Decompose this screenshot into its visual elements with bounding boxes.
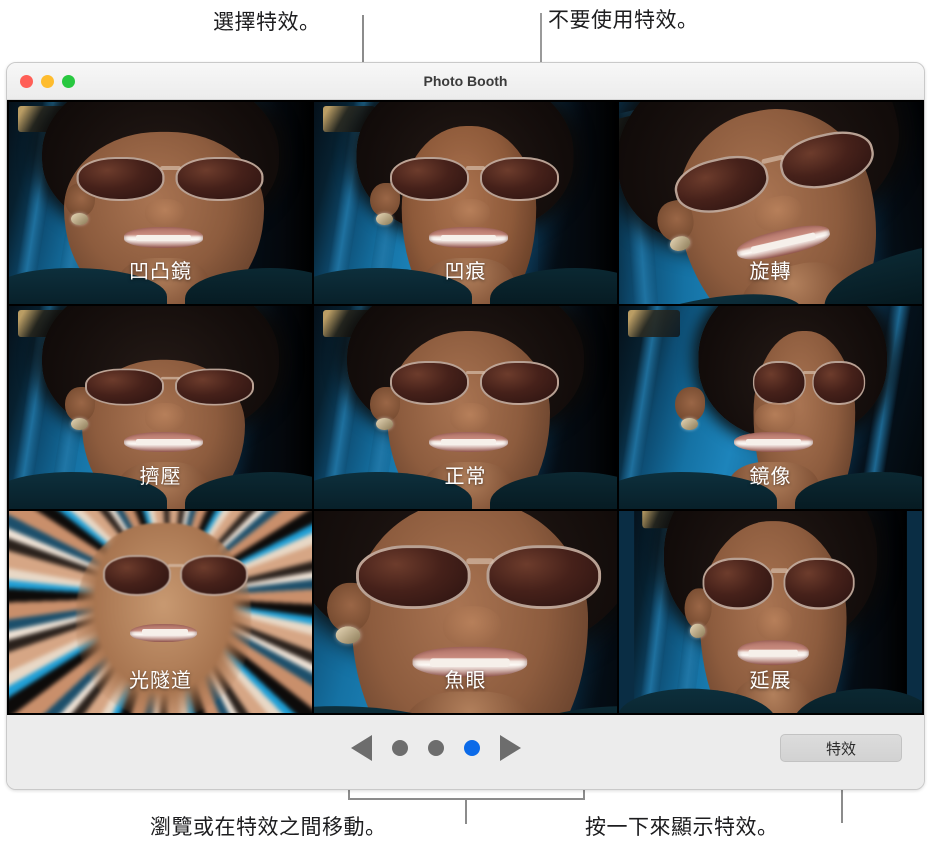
effect-tile-dent[interactable]: 凹痕 (314, 102, 617, 305)
effect-tile-bump[interactable]: 凹凸鏡 (9, 102, 312, 305)
effect-preview-image (314, 510, 617, 713)
window-toolbar: 特效 (7, 715, 924, 789)
effects-navigation-controls (351, 735, 521, 761)
effect-tile-light-tunnel[interactable]: 光隧道 (9, 510, 312, 713)
effects-button[interactable]: 特效 (780, 734, 902, 762)
effect-tile-normal[interactable]: 正常 (314, 306, 617, 509)
callout-select-effect: 選擇特效。 (213, 11, 321, 34)
effect-preview-image (314, 306, 617, 509)
triangle-right-icon[interactable] (500, 735, 521, 761)
effect-preview-image (9, 306, 312, 509)
callout-no-effect: 不要使用特效。 (548, 9, 699, 32)
window-titlebar[interactable]: Photo Booth (7, 63, 924, 100)
effect-tile-squeeze[interactable]: 擠壓 (9, 306, 312, 509)
effect-preview-image (619, 510, 922, 713)
leader-bracket-stem (465, 798, 467, 824)
effect-tile-fisheye[interactable]: 魚眼 (314, 510, 617, 713)
effect-preview-image (9, 510, 312, 713)
effect-tile-stretch[interactable]: 延展 (619, 510, 922, 713)
effect-preview-image (314, 102, 617, 305)
page-dot-3[interactable] (464, 740, 480, 756)
photo-booth-window: Photo Booth 凹凸鏡 凹痕 旋轉 擠壓 正常 鏡像 光隧道 魚眼 延展… (6, 62, 925, 790)
effect-preview-image (9, 102, 312, 305)
callout-show-effects: 按一下來顯示特效。 (585, 816, 779, 839)
page-dot-1[interactable] (392, 740, 408, 756)
effects-grid: 凹凸鏡 凹痕 旋轉 擠壓 正常 鏡像 光隧道 魚眼 延展 (7, 100, 924, 715)
callout-browse-effects: 瀏覽或在特效之間移動。 (150, 816, 387, 839)
page-dot-2[interactable] (428, 740, 444, 756)
effect-tile-mirror[interactable]: 鏡像 (619, 306, 922, 509)
triangle-left-icon[interactable] (351, 735, 372, 761)
effect-tile-twirl[interactable]: 旋轉 (619, 102, 922, 305)
effect-preview-image (619, 102, 922, 305)
effect-preview-image (619, 306, 922, 509)
window-title: Photo Booth (423, 73, 508, 89)
